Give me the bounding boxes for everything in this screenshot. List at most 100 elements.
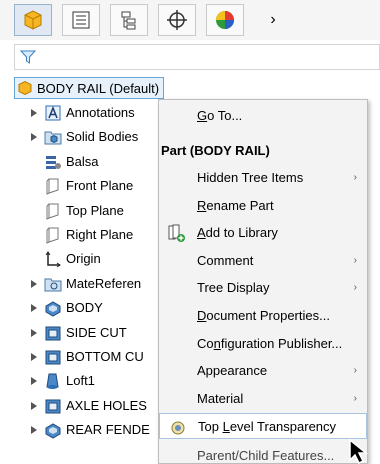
annotations-icon — [42, 102, 64, 124]
cut-feature-icon — [42, 322, 64, 344]
tree-item[interactable]: BOTTOM CU — [0, 346, 160, 368]
solid-bodies-folder-icon — [42, 126, 64, 148]
property-list-icon — [72, 11, 90, 29]
menu-item-comment[interactable]: Comment › — [159, 248, 367, 274]
feature-icon — [42, 297, 64, 319]
tree-item[interactable]: SIDE CUT — [0, 322, 160, 344]
expand-caret-icon[interactable] — [31, 419, 39, 441]
expand-caret-icon[interactable] — [31, 126, 39, 148]
origin-icon — [42, 248, 64, 270]
tree-item-label: MateReferen — [66, 275, 142, 291]
menu-item-add-to-library[interactable]: Add to Library — [159, 220, 367, 246]
expand-caret-icon[interactable] — [31, 346, 39, 368]
mate-reference-folder-icon — [42, 273, 64, 295]
menu-item-label: Configuration Publisher... — [197, 335, 343, 351]
more-tabs-button[interactable]: › — [254, 4, 292, 36]
menu-item-go-to[interactable]: Go To... — [159, 103, 367, 129]
tree-item-label: BOTTOM CU — [66, 349, 144, 364]
appearance-sphere-icon — [216, 11, 234, 29]
tree-item[interactable]: Origin — [0, 248, 160, 270]
tree-root-label: BODY RAIL (Default) — [37, 80, 160, 96]
menu-item-label: Add to Library — [197, 225, 278, 241]
tree-item-label: Annotations — [66, 105, 135, 120]
tree-item-label: Solid Bodies — [66, 129, 139, 145]
loft-icon — [42, 370, 64, 392]
tree-item-label: Front Plane — [66, 178, 134, 194]
menu-item-label: Hidden Tree Items — [197, 170, 304, 185]
menu-item-tree-display[interactable]: Tree Display › — [159, 275, 367, 301]
feature-icon — [42, 419, 64, 441]
transparency-icon — [170, 419, 186, 445]
tree-item[interactable]: Top Plane — [0, 200, 160, 222]
menu-item-rename-part[interactable]: Rename Part — [159, 193, 367, 219]
submenu-arrow-icon: › — [353, 282, 357, 294]
configuration-tree-icon — [121, 11, 136, 30]
menu-item-parent-child[interactable]: Parent/Child Features... — [159, 443, 367, 463]
expand-caret-icon[interactable] — [31, 370, 39, 392]
tree-item[interactable]: Solid Bodies — [0, 126, 160, 148]
cut-feature-icon — [42, 395, 64, 417]
menu-item-label: Rename Part — [197, 197, 274, 213]
menu-item-document-properties[interactable]: Document Properties... — [159, 303, 367, 329]
tree-item[interactable]: MateReferen — [0, 273, 160, 295]
menu-item-label: Appearance — [197, 363, 268, 379]
chevron-right-icon: › — [270, 11, 276, 28]
tree-item-label: BODY — [66, 300, 103, 316]
tree-item-label: Loft1 — [66, 373, 95, 389]
menu-item-top-level-transparency[interactable]: Top Level Transparency — [159, 413, 367, 440]
context-menu: Go To... Part (BODY RAIL) Hidden Tree It… — [158, 99, 368, 464]
tree-item-label: AXLE HOLES — [66, 397, 147, 413]
expand-caret-icon[interactable] — [31, 273, 39, 295]
material-icon — [42, 151, 64, 173]
property-manager-tab[interactable] — [62, 4, 100, 36]
submenu-arrow-icon: › — [353, 172, 357, 183]
tree-item-label: Origin — [66, 251, 101, 267]
tree-item[interactable]: REAR FENDE — [0, 419, 160, 441]
menu-item-label: Top Level Transparency — [198, 419, 337, 435]
tree-item[interactable]: Loft1 — [0, 370, 160, 392]
display-manager-tab[interactable] — [206, 4, 244, 36]
expand-caret-icon[interactable] — [31, 102, 39, 124]
tree-item[interactable]: Right Plane — [0, 224, 160, 246]
crosshair-icon — [167, 10, 187, 30]
expand-caret-icon[interactable] — [31, 395, 39, 417]
plane-icon — [42, 224, 64, 246]
filter-bar[interactable] — [14, 44, 380, 70]
plane-icon — [42, 175, 64, 197]
tree-item-label: Right Plane — [66, 227, 134, 242]
menu-item-material[interactable]: Material › — [159, 386, 367, 412]
tree-item[interactable]: BODY — [0, 297, 160, 319]
submenu-arrow-icon: › — [353, 254, 357, 266]
menu-item-appearance[interactable]: Appearance › — [159, 358, 367, 384]
menu-section-title: Part (BODY RAIL) — [161, 143, 270, 158]
tree-item[interactable]: Balsa — [0, 151, 160, 173]
feature-manager-tab[interactable] — [14, 4, 52, 36]
menu-item-hidden-tree-items[interactable]: Hidden Tree Items › — [159, 165, 367, 191]
configuration-manager-tab[interactable] — [110, 4, 148, 36]
menu-item-label: Tree Display — [197, 280, 270, 296]
tree-item[interactable]: Front Plane — [0, 175, 160, 197]
submenu-arrow-icon: › — [353, 365, 357, 377]
tree-item-label: Top Plane — [66, 202, 124, 218]
expand-caret-icon[interactable] — [31, 322, 39, 344]
cut-feature-icon — [42, 346, 64, 368]
submenu-arrow-icon: › — [353, 392, 357, 404]
plane-icon — [42, 200, 64, 222]
expand-caret-icon[interactable] — [31, 297, 39, 319]
part-icon — [24, 10, 42, 30]
tree-item[interactable]: AXLE HOLES — [0, 395, 160, 417]
tree-item-label: REAR FENDE — [66, 422, 150, 438]
menu-item-label: Document Properties... — [197, 308, 330, 323]
tree-root-part[interactable]: BODY RAIL (Default) — [14, 77, 165, 99]
menu-item-label: Material — [197, 390, 244, 406]
filter-icon[interactable] — [19, 48, 37, 66]
feature-manager-toolbar: › — [0, 0, 380, 40]
tree-item-label: SIDE CUT — [66, 324, 127, 340]
dimxpert-manager-tab[interactable] — [158, 4, 196, 36]
tree-item-label: Balsa — [66, 153, 99, 169]
mouse-cursor-icon — [349, 438, 369, 464]
menu-item-configuration-publisher[interactable]: Configuration Publisher... — [159, 331, 367, 357]
tree-item[interactable]: Annotations — [0, 102, 160, 124]
menu-item-label: Comment — [197, 252, 254, 268]
part-icon — [18, 80, 32, 96]
